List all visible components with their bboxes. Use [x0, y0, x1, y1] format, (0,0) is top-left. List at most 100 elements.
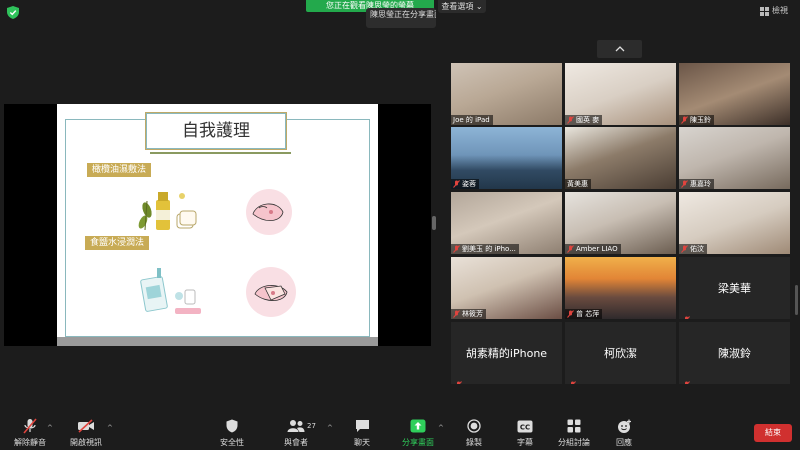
end-meeting-button[interactable]: 結束 — [754, 424, 792, 442]
participant-name: Amber LIAO — [576, 245, 618, 253]
grid-view-icon — [760, 6, 769, 16]
security-button[interactable]: 安全性 — [209, 418, 255, 448]
microphone-muted-icon — [567, 310, 574, 318]
microphone-muted-icon — [681, 180, 688, 188]
participant-tile[interactable]: 陳淑鈴 — [679, 322, 790, 384]
microphone-muted-icon — [21, 418, 39, 434]
participant-tile[interactable]: 梁美華 — [679, 257, 790, 319]
chevron-down-icon: ⌄ — [475, 2, 483, 11]
view-button[interactable]: 檢視 — [760, 4, 788, 18]
participant-name: 惠嘉玲 — [690, 180, 711, 188]
smiley-plus-icon — [615, 418, 633, 434]
slide-title: 自我護理 — [145, 112, 291, 154]
breast-massage-illustration — [246, 267, 296, 317]
audio-options-caret[interactable]: ^ — [47, 424, 53, 432]
breakout-rooms-label: 分組討論 — [558, 438, 590, 447]
participant-name: 梁美華 — [718, 282, 751, 295]
participant-tile[interactable]: 陳玉鈴 — [679, 63, 790, 125]
participants-count: 27 — [307, 422, 316, 430]
participant-tile[interactable]: 胡素精的iPhone — [451, 322, 562, 384]
participant-tile[interactable]: 林筱芳 — [451, 257, 562, 319]
chat-bubble-icon — [353, 418, 371, 434]
start-video-button[interactable]: 開啟視訊 — [63, 418, 109, 448]
participant-tile[interactable]: 姿蓉 — [451, 127, 562, 189]
presenter-name-popup: 陳思瑩正在分享畫面 — [366, 8, 436, 28]
participant-name: 姿蓉 — [462, 180, 476, 188]
participant-name: 黃美惠 — [567, 180, 588, 188]
microphone-muted-icon — [455, 374, 462, 384]
record-icon — [465, 418, 483, 434]
video-off-icon — [77, 418, 95, 434]
reactions-label: 回應 — [616, 438, 632, 447]
security-label: 安全性 — [220, 438, 244, 447]
view-options-button[interactable]: 查看選項 ⌄ — [438, 0, 486, 13]
shield-icon[interactable] — [7, 6, 19, 19]
participant-tile[interactable]: 黃美惠 — [565, 127, 676, 189]
splitter-handle[interactable] — [432, 216, 436, 230]
share-screen-label: 分享畫面 — [402, 438, 434, 447]
participant-name-chip: Joe 的 iPad — [451, 115, 493, 125]
participant-name: 曾 芯萍 — [576, 310, 600, 318]
shared-screen[interactable]: 自我護理 橄欖油濕敷法 食鹽水浸潤法 — [4, 104, 431, 346]
participant-tile[interactable]: 國英 麥 — [565, 63, 676, 125]
microphone-muted-icon — [683, 309, 690, 319]
participant-name-chip: 黃美惠 — [565, 179, 591, 189]
share-screen-icon — [409, 418, 427, 434]
participant-tile[interactable]: 柯欣潔 — [565, 322, 676, 384]
captions-button[interactable]: CC 字幕 — [502, 418, 548, 448]
shield-icon — [223, 418, 241, 434]
participant-name-chip: 姿蓉 — [451, 179, 479, 189]
participant-name: 佑汶 — [690, 245, 704, 253]
participant-tile[interactable]: 劉美玉 的 iPho... — [451, 192, 562, 254]
slide-footer-band — [57, 337, 378, 346]
participant-name: 陳淑鈴 — [718, 347, 751, 360]
participant-tile[interactable]: 惠嘉玲 — [679, 127, 790, 189]
collapse-gallery-button[interactable] — [597, 40, 642, 58]
participant-name: 劉美玉 的 iPho... — [462, 245, 516, 253]
participant-tile[interactable]: Joe 的 iPad — [451, 63, 562, 125]
unmute-label: 解除靜音 — [14, 438, 46, 447]
participant-name: 陳玉鈴 — [690, 116, 711, 124]
chevron-up-icon — [615, 46, 624, 52]
microphone-muted-icon — [681, 245, 688, 253]
participant-name: 國英 麥 — [576, 116, 600, 124]
participant-tile[interactable]: Amber LIAO — [565, 192, 676, 254]
participant-name: 林筱芳 — [462, 310, 483, 318]
chat-button[interactable]: 聊天 — [339, 418, 385, 448]
participants-options-caret[interactable]: ^ — [327, 424, 333, 432]
microphone-muted-icon — [567, 116, 574, 124]
microphone-muted-icon — [569, 374, 576, 384]
microphone-muted-icon — [453, 245, 460, 253]
microphone-muted-icon — [453, 310, 460, 318]
gallery-scrollbar[interactable] — [795, 285, 798, 315]
share-options-caret[interactable]: ^ — [438, 424, 444, 432]
share-screen-button[interactable]: 分享畫面 — [395, 418, 441, 448]
breast-care-illustration — [246, 189, 292, 235]
participant-name-chip: 惠嘉玲 — [679, 179, 714, 189]
reactions-button[interactable]: 回應 — [601, 418, 647, 448]
captions-icon: CC — [516, 418, 534, 434]
video-options-caret[interactable]: ^ — [107, 424, 113, 432]
slide-section-olive-oil: 橄欖油濕敷法 — [87, 163, 152, 177]
view-button-label: 檢視 — [772, 6, 788, 15]
participant-tile[interactable]: 曾 芯萍 — [565, 257, 676, 319]
saline-illustration — [140, 268, 201, 314]
participant-name-chip: 曾 芯萍 — [565, 309, 603, 319]
participant-name-chip: 林筱芳 — [451, 309, 486, 319]
unmute-button[interactable]: 解除靜音 — [7, 418, 53, 448]
participant-tile[interactable]: 佑汶 — [679, 192, 790, 254]
people-icon — [287, 418, 305, 434]
microphone-muted-icon — [683, 374, 690, 384]
presentation-slide: 自我護理 橄欖油濕敷法 食鹽水浸潤法 — [57, 104, 378, 346]
participant-name-chip: 劉美玉 的 iPho... — [451, 244, 519, 254]
chat-label: 聊天 — [354, 438, 370, 447]
breakout-rooms-icon — [565, 418, 583, 434]
record-button[interactable]: 錄製 — [451, 418, 497, 448]
record-label: 錄製 — [466, 438, 482, 447]
participants-label: 與會者 — [284, 438, 308, 447]
participant-name-chip: Amber LIAO — [565, 244, 621, 254]
captions-icon-text: CC — [520, 423, 530, 431]
participant-name: 柯欣潔 — [604, 347, 637, 360]
view-options-label: 查看選項 — [441, 2, 474, 11]
breakout-rooms-button[interactable]: 分組討論 — [551, 418, 597, 448]
